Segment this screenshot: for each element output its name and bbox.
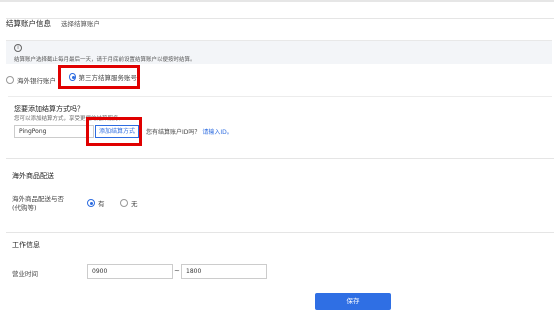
radio-shipping-no[interactable]: 无 [120, 198, 138, 208]
shipping-label-line1: 海外商品配送与否 [12, 195, 64, 203]
radio-third-party-indicator[interactable] [69, 73, 76, 81]
radio-overseas-bank-label: 海外银行账户 [17, 77, 56, 85]
notice-banner: i 结算账户选择截止每月最后一天，请于月底前设置结算账户以便按时结算。 [6, 40, 552, 64]
shipping-label: 海外商品配送与否 (代购等) [12, 195, 64, 213]
section-subtitle: 选择结算账户 [61, 20, 100, 28]
hours-end-input[interactable]: 1800 [181, 264, 267, 279]
add-method-button[interactable]: 添加结算方式 [95, 125, 139, 138]
enter-id-link[interactable]: 请输入ID。 [202, 129, 232, 136]
radio-shipping-yes-indicator[interactable] [87, 199, 95, 207]
add-method-title: 您要添加结算方式吗？ [14, 105, 84, 113]
section-title: 结算账户信息 [6, 19, 51, 28]
radio-overseas-bank[interactable]: 海外银行账户 [6, 75, 56, 85]
radio-third-party-label: 第三方结算服务账号 [78, 74, 138, 82]
provider-select-value: PingPong [19, 128, 47, 135]
hours-start-input[interactable]: 0900 [87, 264, 173, 279]
shipping-section [6, 158, 554, 230]
radio-shipping-yes[interactable]: 有 [87, 198, 105, 208]
hours-separator: ~ [174, 267, 180, 275]
notice-text: 结算账户选择截止每月最后一天，请于月底前设置结算账户以便按时结算。 [14, 57, 196, 63]
provider-select[interactable]: PingPong ▾ [14, 125, 94, 138]
hours-label: 营业时间 [12, 270, 38, 278]
radio-shipping-no-label: 无 [131, 200, 138, 208]
shipping-label-line2: (代购等) [12, 204, 37, 212]
save-button[interactable]: 保存 [315, 293, 391, 310]
have-id-text: 您有结算账户ID吗？ [146, 129, 201, 136]
radio-overseas-bank-indicator[interactable] [6, 76, 14, 84]
top-divider [0, 0, 554, 2]
radio-shipping-yes-label: 有 [98, 200, 105, 208]
work-section-title: 工作信息 [12, 241, 40, 249]
have-id-line: 您有结算账户ID吗？ 请输入ID。 [146, 127, 233, 136]
info-icon: i [14, 44, 22, 52]
radio-third-party-highlight[interactable]: 第三方结算服务账号 [58, 65, 140, 89]
shipping-section-title: 海外商品配送 [12, 172, 54, 180]
radio-shipping-no-indicator[interactable] [120, 199, 128, 207]
section-header: 结算账户信息 选择结算账户 [6, 18, 100, 29]
